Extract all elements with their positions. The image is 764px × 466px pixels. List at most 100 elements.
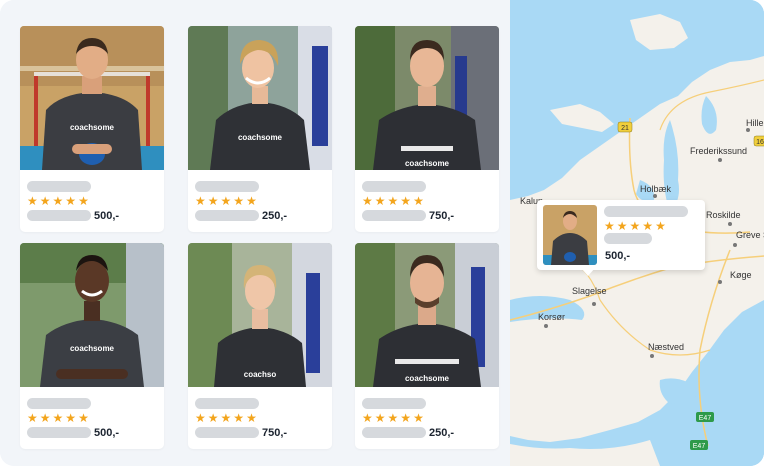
coach-card[interactable]: coachso ★ ★ ★ ★ ★ 750,- bbox=[188, 243, 332, 449]
person-photo-icon: coachsome bbox=[355, 243, 499, 387]
star-icon: ★ bbox=[52, 411, 64, 425]
name-placeholder bbox=[362, 181, 426, 192]
popup-coach-photo[interactable] bbox=[543, 205, 597, 265]
star-icon: ★ bbox=[39, 411, 51, 425]
detail-placeholder bbox=[27, 210, 91, 221]
rating-stars: ★ ★ ★ ★ ★ bbox=[362, 195, 424, 207]
price-label: 250,- bbox=[262, 210, 288, 222]
svg-text:coachsome: coachsome bbox=[238, 133, 283, 142]
coach-listing-grid: coachsome ★ ★ ★ ★ ★ 500,- coachsome ★ ★ … bbox=[0, 0, 510, 466]
star-icon: ★ bbox=[400, 194, 412, 208]
coach-photo[interactable]: coachsome bbox=[20, 26, 164, 170]
coach-card[interactable]: coachsome ★ ★ ★ ★ ★ 250,- bbox=[355, 243, 499, 449]
rating-stars: ★ ★ ★ ★ ★ bbox=[27, 195, 89, 207]
star-icon: ★ bbox=[78, 411, 89, 425]
name-placeholder bbox=[27, 398, 91, 409]
star-icon: ★ bbox=[387, 411, 399, 425]
rating-stars: ★ ★ ★ ★ ★ bbox=[195, 412, 257, 424]
map-coach-popup[interactable]: ★ ★ ★ ★ ★ 500,- bbox=[537, 200, 705, 270]
person-photo-icon: coachso bbox=[188, 243, 332, 387]
price-label: 750,- bbox=[262, 427, 288, 439]
star-icon: ★ bbox=[616, 219, 628, 233]
star-icon: ★ bbox=[207, 411, 219, 425]
star-icon: ★ bbox=[233, 194, 245, 208]
popup-pointer bbox=[581, 268, 595, 276]
rating-stars: ★ ★ ★ ★ ★ bbox=[604, 220, 666, 232]
star-icon: ★ bbox=[655, 219, 666, 233]
star-icon: ★ bbox=[604, 219, 615, 233]
coach-photo[interactable]: coachsome bbox=[355, 243, 499, 387]
rating-stars: ★ ★ ★ ★ ★ bbox=[195, 195, 257, 207]
star-icon: ★ bbox=[387, 194, 399, 208]
person-photo-icon: coachsome bbox=[20, 26, 164, 170]
detail-placeholder bbox=[362, 210, 426, 221]
name-placeholder bbox=[604, 206, 688, 217]
svg-text:coachso: coachso bbox=[244, 370, 277, 379]
name-placeholder bbox=[195, 181, 259, 192]
star-icon: ★ bbox=[246, 194, 257, 208]
detail-placeholder bbox=[195, 210, 259, 221]
star-icon: ★ bbox=[220, 194, 232, 208]
road-badge: 16 bbox=[756, 139, 764, 146]
star-icon: ★ bbox=[374, 194, 386, 208]
price-label: 500,- bbox=[605, 250, 631, 262]
svg-text:coachsome: coachsome bbox=[70, 123, 115, 132]
person-photo-icon: coachsome bbox=[20, 243, 164, 387]
road-badge: 21 bbox=[621, 125, 629, 132]
detail-placeholder bbox=[27, 427, 91, 438]
star-icon: ★ bbox=[362, 411, 373, 425]
person-photo-icon: coachsome bbox=[355, 26, 499, 170]
person-photo-icon bbox=[543, 205, 597, 265]
star-icon: ★ bbox=[629, 219, 641, 233]
price-label: 500,- bbox=[94, 427, 120, 439]
road-badge: E47 bbox=[693, 443, 706, 450]
star-icon: ★ bbox=[195, 411, 206, 425]
coach-photo[interactable]: coachsome bbox=[355, 26, 499, 170]
star-icon: ★ bbox=[78, 194, 89, 208]
price-label: 750,- bbox=[429, 210, 455, 222]
star-icon: ★ bbox=[220, 411, 232, 425]
coach-photo[interactable]: coachsome bbox=[188, 26, 332, 170]
star-icon: ★ bbox=[642, 219, 654, 233]
star-icon: ★ bbox=[413, 411, 424, 425]
city-label: Greve S bbox=[736, 230, 764, 240]
star-icon: ★ bbox=[233, 411, 245, 425]
coach-photo[interactable]: coachsome bbox=[20, 243, 164, 387]
star-icon: ★ bbox=[27, 194, 38, 208]
star-icon: ★ bbox=[400, 411, 412, 425]
name-placeholder bbox=[27, 181, 91, 192]
coach-photo[interactable]: coachso bbox=[188, 243, 332, 387]
svg-text:coachsome: coachsome bbox=[405, 159, 450, 168]
coach-card[interactable]: coachsome ★ ★ ★ ★ ★ 750,- bbox=[355, 26, 499, 232]
price-label: 500,- bbox=[94, 210, 120, 222]
star-icon: ★ bbox=[65, 411, 77, 425]
road-badge: E47 bbox=[699, 415, 712, 422]
star-icon: ★ bbox=[195, 194, 206, 208]
city-label: Næstved bbox=[648, 342, 684, 352]
city-label: Slagelse bbox=[572, 286, 607, 296]
rating-stars: ★ ★ ★ ★ ★ bbox=[27, 412, 89, 424]
app-frame: coachsome ★ ★ ★ ★ ★ 500,- coachsome ★ ★ … bbox=[0, 0, 764, 466]
city-label: Holbæk bbox=[640, 184, 672, 194]
coach-card[interactable]: coachsome ★ ★ ★ ★ ★ 500,- bbox=[20, 243, 164, 449]
name-placeholder bbox=[362, 398, 426, 409]
star-icon: ★ bbox=[246, 411, 257, 425]
price-label: 250,- bbox=[429, 427, 455, 439]
coach-card[interactable]: coachsome ★ ★ ★ ★ ★ 250,- bbox=[188, 26, 332, 232]
star-icon: ★ bbox=[207, 194, 219, 208]
star-icon: ★ bbox=[362, 194, 373, 208]
star-icon: ★ bbox=[27, 411, 38, 425]
svg-text:coachsome: coachsome bbox=[405, 374, 450, 383]
svg-text:coachsome: coachsome bbox=[70, 344, 115, 353]
detail-placeholder bbox=[195, 427, 259, 438]
star-icon: ★ bbox=[65, 194, 77, 208]
city-label: Køge bbox=[730, 270, 752, 280]
rating-stars: ★ ★ ★ ★ ★ bbox=[362, 412, 424, 424]
city-label: Frederikssund bbox=[690, 146, 747, 156]
star-icon: ★ bbox=[52, 194, 64, 208]
city-label: Roskilde bbox=[706, 210, 741, 220]
star-icon: ★ bbox=[413, 194, 424, 208]
coach-card[interactable]: coachsome ★ ★ ★ ★ ★ 500,- bbox=[20, 26, 164, 232]
city-label: Hille bbox=[746, 118, 764, 128]
person-photo-icon: coachsome bbox=[188, 26, 332, 170]
